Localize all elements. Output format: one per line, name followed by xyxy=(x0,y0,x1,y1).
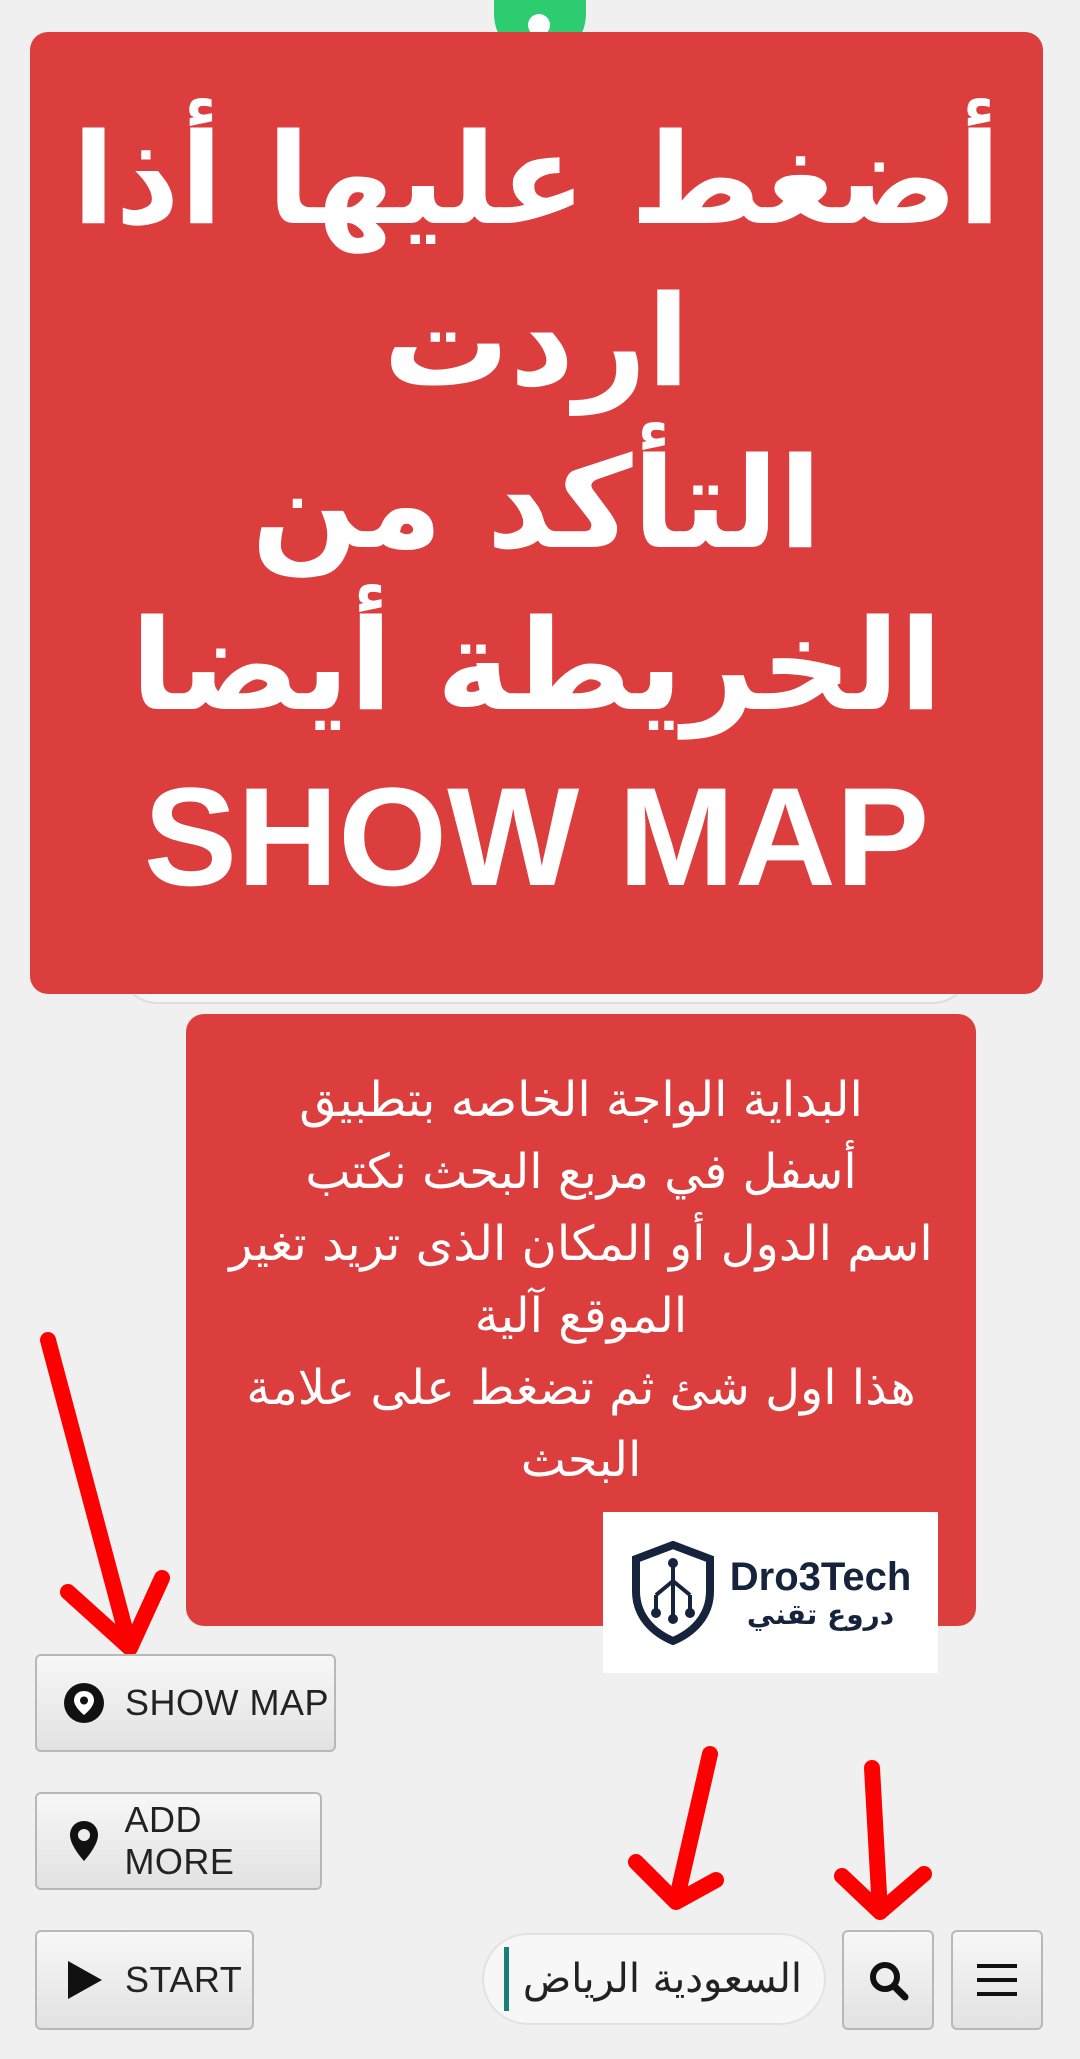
hint-line: الموقع آلية xyxy=(474,1288,688,1344)
map-pin-filled-icon xyxy=(61,1681,107,1725)
map-pin-outline-icon xyxy=(61,1818,106,1864)
add-more-button[interactable]: ADD MORE xyxy=(35,1792,322,1890)
dro3tech-logo: Dro3Tech دروع تقني xyxy=(603,1512,938,1673)
text-cursor xyxy=(504,1947,509,2011)
hint-line: اردت xyxy=(382,268,690,415)
play-icon xyxy=(61,1959,107,2001)
logo-name-en: Dro3Tech xyxy=(729,1554,912,1599)
shield-icon xyxy=(631,1540,714,1645)
hint-line: أسفل في مربع البحث نكتب xyxy=(305,1144,857,1200)
hint-line: البداية الواجة الخاصه بتطبيق xyxy=(299,1072,863,1128)
hint-line: البحث xyxy=(520,1432,642,1488)
start-button[interactable]: START xyxy=(35,1930,254,2030)
start-label: START xyxy=(125,1959,243,2000)
hint-line: هذا اول شئ ثم تضغط على علامة xyxy=(246,1360,916,1416)
add-more-label: ADD MORE xyxy=(124,1799,235,1882)
show-map-label: SHOW MAP xyxy=(125,1682,330,1723)
menu-button[interactable] xyxy=(951,1930,1043,2030)
search-input[interactable] xyxy=(517,1955,804,2003)
search-field[interactable] xyxy=(482,1933,826,2025)
search-button[interactable] xyxy=(842,1930,934,2030)
hamburger-menu-icon xyxy=(977,1964,1017,1996)
hint-line: اسم الدول أو المكان الذى تريد تغير xyxy=(229,1216,933,1272)
hint-line: SHOW MAP xyxy=(143,758,930,915)
logo-name-ar: دروع تقني xyxy=(746,1597,895,1631)
arrow-to-search-button-icon xyxy=(834,1760,932,1920)
search-icon xyxy=(870,1962,909,2001)
hint-line: الخريطة أيضا xyxy=(130,592,943,739)
hint-line: التأكد من xyxy=(251,430,822,577)
hint-line: أضغط عليها أذا xyxy=(71,106,1002,253)
arrow-to-show-map-icon xyxy=(40,1332,170,1656)
arrow-to-search-input-icon xyxy=(628,1746,724,1910)
show-map-button[interactable]: SHOW MAP xyxy=(35,1654,336,1752)
show-map-hint-callout: أضغط عليها أذا اردت التأكد من الخريطة أي… xyxy=(30,32,1043,994)
